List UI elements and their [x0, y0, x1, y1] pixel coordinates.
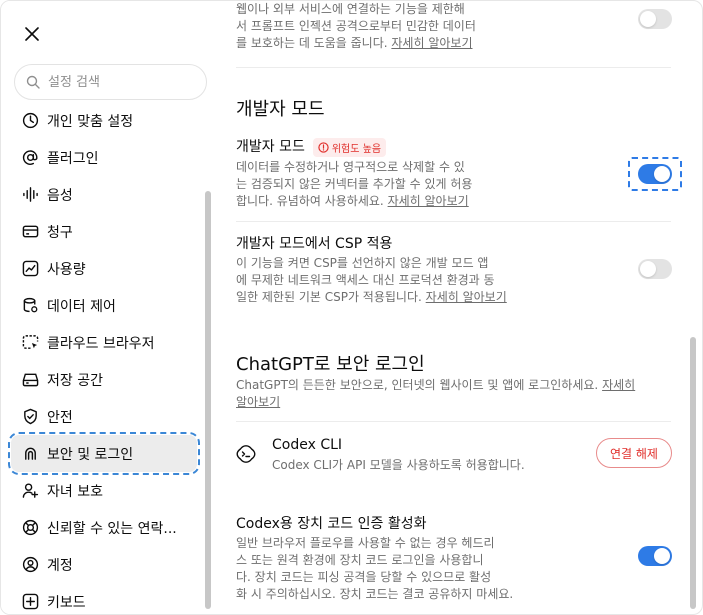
- divider: [236, 67, 671, 68]
- security-login-icon: [21, 445, 39, 463]
- sidebar-item-account[interactable]: 계정: [11, 546, 197, 583]
- cloud-browser-icon: [21, 334, 39, 352]
- disconnect-button[interactable]: 연결 해제: [596, 438, 672, 468]
- sidebar-item-label: 클라우드 브라우저: [47, 335, 155, 352]
- sidebar-item-voice[interactable]: 음성: [11, 176, 197, 213]
- sidebar-item-label: 보안 및 로그인: [47, 446, 134, 463]
- dev-mode-toggle[interactable]: [638, 164, 672, 184]
- device-code-toggle[interactable]: [638, 546, 672, 566]
- divider: [236, 421, 671, 422]
- sidebar-item-parental-controls[interactable]: 자녀 보호: [11, 472, 197, 509]
- learn-more-link[interactable]: 자세히 알아보기: [426, 290, 507, 304]
- csp-toggle[interactable]: [638, 259, 672, 279]
- settings-search[interactable]: [14, 64, 207, 100]
- learn-more-link[interactable]: 자세히 알아보기: [388, 194, 469, 208]
- personalization-icon: [21, 112, 39, 130]
- sidebar-item-label: 자녀 보호: [47, 483, 103, 500]
- sidebar-item-usage[interactable]: 사용량: [11, 250, 197, 287]
- content-scrollbar[interactable]: [690, 337, 696, 609]
- codex-cli-title: Codex CLI: [272, 437, 343, 453]
- settings-window: 개인 맞춤 설정 플러그인 음성 청구 사용량 데이터 제어: [0, 0, 703, 615]
- trusted-contact-icon: [21, 519, 39, 537]
- sidebar-item-label: 개인 맞춤 설정: [47, 113, 134, 130]
- sidebar-item-data-controls[interactable]: 데이터 제어: [11, 287, 197, 324]
- sidebar-item-billing[interactable]: 청구: [11, 213, 197, 250]
- parental-control-icon: [21, 482, 39, 500]
- csp-title: 개발자 모드에서 CSP 적용: [236, 236, 393, 252]
- sidebar-item-label: 청구: [47, 224, 73, 241]
- top-setting-toggle[interactable]: [638, 9, 672, 29]
- sidebar-item-label: 계정: [47, 557, 73, 574]
- codex-cli-description: Codex CLI가 API 모델을 사용하도록 허용합니다.: [272, 458, 525, 472]
- sidebar-item-storage[interactable]: 저장 공간: [11, 361, 197, 398]
- risk-badge: 위험도 높음: [312, 137, 387, 157]
- csp-description: 이 기능을 켜면 CSP를 선언하지 않은 개발 모드 앱 에 무제한 네트워크…: [236, 256, 507, 304]
- sidebar-item-label: 플러그인: [47, 150, 99, 167]
- keyboard-icon: [21, 593, 39, 611]
- search-icon: [26, 75, 40, 89]
- sidebar-item-plugins[interactable]: 플러그인: [11, 139, 197, 176]
- sidebar-item-label: 안전: [47, 409, 73, 426]
- sidebar-item-label: 신뢰할 수 있는 연락...: [47, 520, 177, 537]
- shield-icon: [21, 408, 39, 426]
- login-section-description: ChatGPT의 든든한 보안으로, 인터넷의 웹사이트 및 앱에 로그인하세요…: [236, 378, 636, 409]
- top-setting-description: 웹이나 외부 서비스에 연결하는 기능을 제한해 서 프롬프트 인젝션 공격으로…: [236, 2, 476, 50]
- warning-icon: [318, 141, 329, 153]
- chart-icon: [21, 260, 39, 278]
- close-icon: [25, 27, 39, 41]
- sidebar-item-trusted-contacts[interactable]: 신뢰할 수 있는 연락...: [11, 509, 197, 546]
- device-code-title: Codex용 장치 코드 인증 활성화: [236, 516, 427, 532]
- dev-mode-description: 데이터를 수정하거나 영구적으로 삭제할 수 있 는 검증되지 않은 커넥터를 …: [236, 160, 473, 208]
- sidebar-scrollbar[interactable]: [205, 191, 211, 609]
- account-icon: [21, 556, 39, 574]
- storage-icon: [21, 371, 39, 389]
- learn-more-link[interactable]: 알아보기: [236, 395, 280, 409]
- settings-sidebar: 개인 맞춤 설정 플러그인 음성 청구 사용량 데이터 제어: [1, 1, 220, 614]
- sidebar-item-cloud-browser[interactable]: 클라우드 브라우저: [11, 324, 197, 361]
- learn-more-link[interactable]: 자세히: [602, 378, 635, 392]
- divider: [236, 221, 671, 222]
- dev-mode-title: 개발자 모드 위험도 높음: [236, 136, 387, 157]
- at-sign-icon: [21, 149, 39, 167]
- device-code-description: 일반 브라우저 플로우를 사용할 수 없는 경우 헤드리 스 또는 원격 환경에…: [236, 536, 514, 601]
- sidebar-item-personalization[interactable]: 개인 맞춤 설정: [11, 102, 197, 139]
- sidebar-item-security-login[interactable]: 보안 및 로그인: [8, 432, 200, 475]
- learn-more-link[interactable]: 자세히 알아보기: [391, 36, 472, 50]
- waveform-icon: [21, 186, 39, 204]
- sidebar-item-label: 음성: [47, 187, 73, 204]
- sidebar-item-label: 데이터 제어: [47, 298, 116, 315]
- credit-card-icon: [21, 223, 39, 241]
- database-icon: [21, 297, 39, 315]
- sidebar-item-label: 키보드: [47, 594, 86, 611]
- sidebar-item-safety[interactable]: 안전: [11, 398, 197, 435]
- sidebar-nav: 개인 맞춤 설정 플러그인 음성 청구 사용량 데이터 제어 클라우드 브라우저…: [8, 102, 200, 614]
- sidebar-item-label: 저장 공간: [47, 372, 103, 389]
- login-section-title: ChatGPT로 보안 로그인: [236, 354, 425, 375]
- codex-cli-icon: [236, 444, 256, 464]
- settings-content: 웹이나 외부 서비스에 연결하는 기능을 제한해 서 프롬프트 인젝션 공격으로…: [220, 1, 692, 614]
- close-button[interactable]: [19, 21, 45, 47]
- sidebar-item-label: 사용량: [47, 261, 86, 278]
- search-input[interactable]: [48, 74, 198, 90]
- sidebar-item-keyboard[interactable]: 키보드: [11, 583, 197, 614]
- dev-section-title: 개발자 모드: [236, 99, 325, 120]
